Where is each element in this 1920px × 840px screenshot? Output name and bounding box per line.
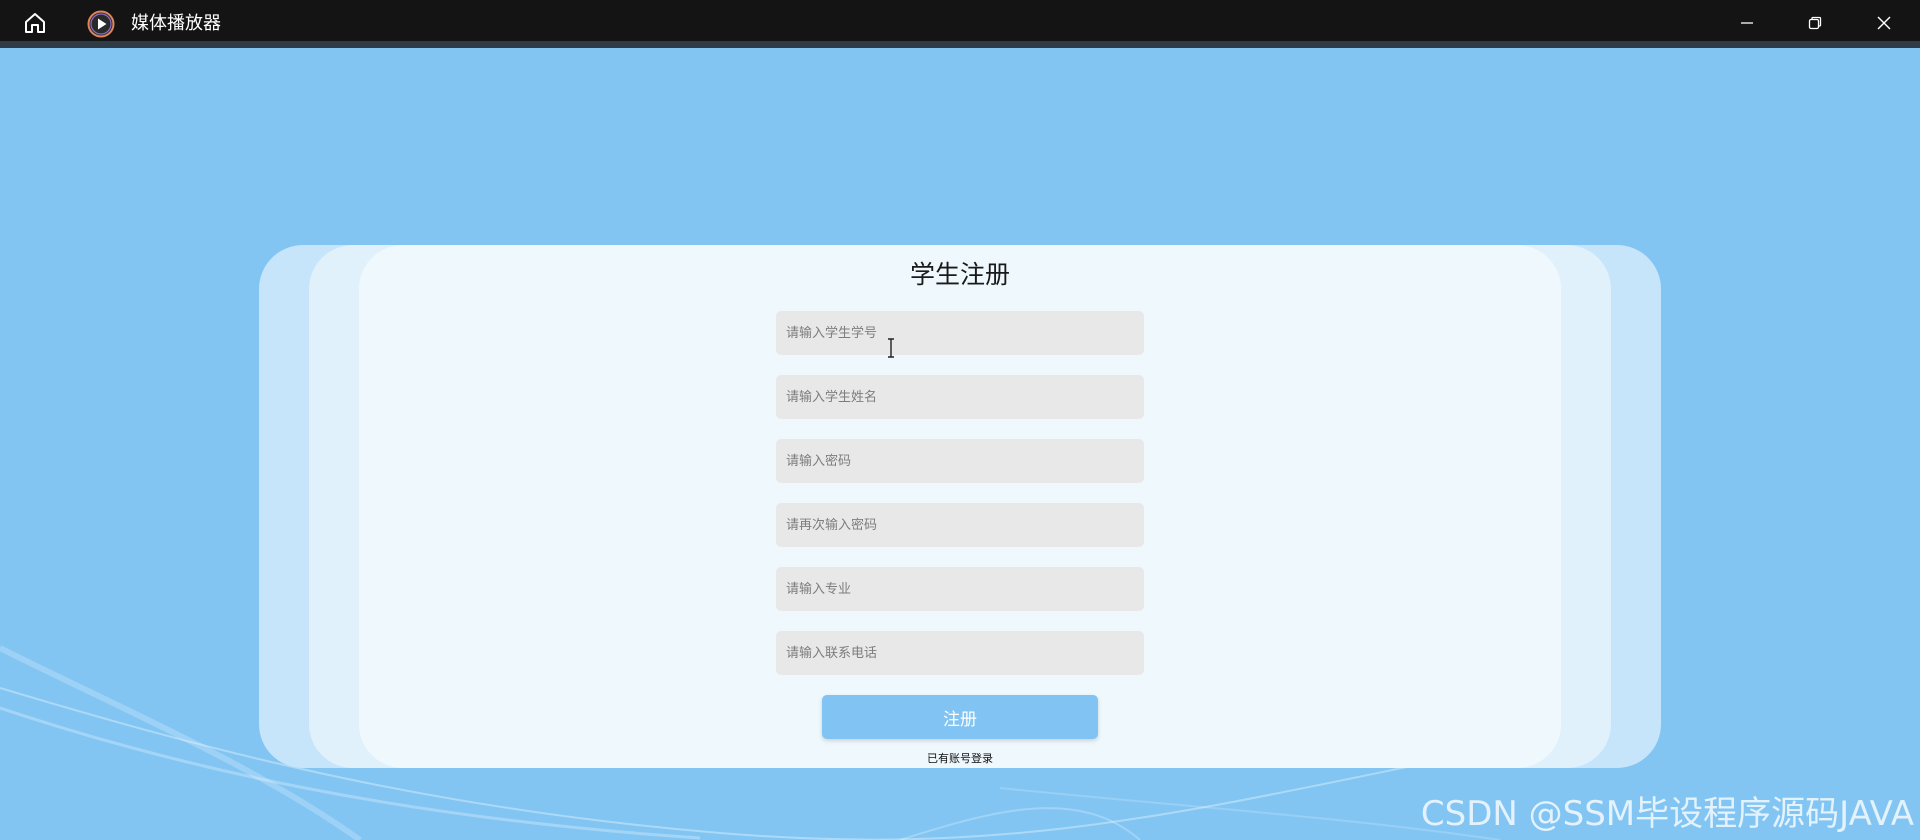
confirm-password-input[interactable] — [776, 503, 1144, 547]
home-icon — [25, 13, 45, 33]
restore-button[interactable] — [1781, 0, 1849, 46]
minimize-button[interactable] — [1713, 0, 1781, 46]
major-input[interactable] — [776, 567, 1144, 611]
form-title: 学生注册 — [909, 260, 1010, 289]
restore-icon — [1808, 16, 1822, 30]
play-circle-icon — [87, 10, 115, 38]
login-link[interactable]: 已有账号登录 — [0, 750, 1920, 766]
phone-input[interactable] — [776, 631, 1144, 675]
app-title: 媒体播放器 — [131, 13, 221, 34]
window-titlebar: 媒体播放器 — [0, 0, 1920, 48]
student-id-input[interactable] — [776, 311, 1144, 355]
text-cursor-icon — [888, 338, 894, 358]
close-icon — [1877, 16, 1891, 30]
student-name-input[interactable] — [776, 375, 1144, 419]
minimize-icon — [1741, 22, 1753, 24]
password-input[interactable] — [776, 439, 1144, 483]
close-button[interactable] — [1850, 0, 1918, 46]
home-button[interactable] — [18, 8, 52, 38]
register-button[interactable]: 注册 — [822, 695, 1098, 739]
watermark-text: CSDN @SSM毕设程序源码JAVA — [1420, 794, 1914, 834]
